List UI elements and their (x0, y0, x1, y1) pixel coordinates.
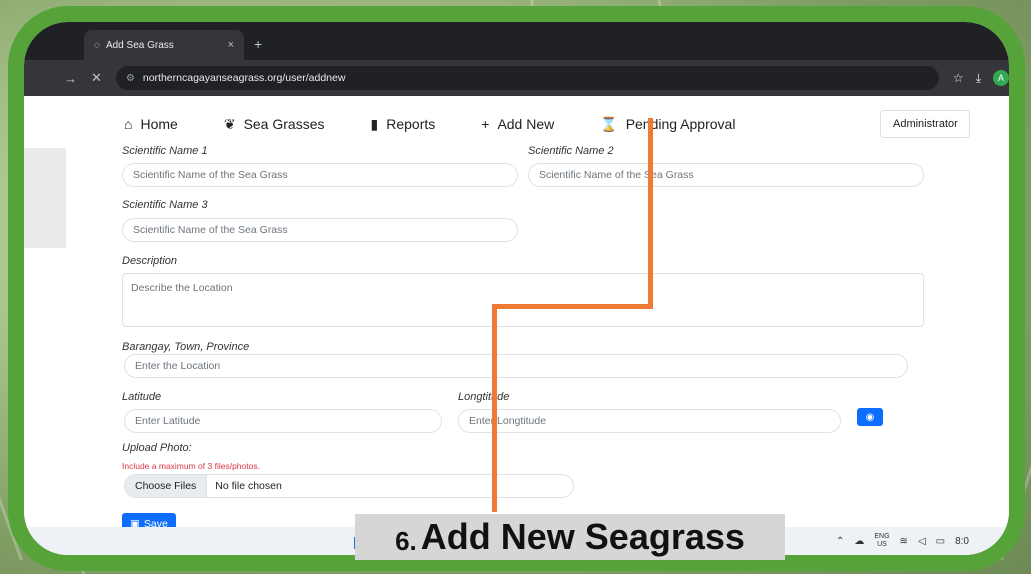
side-panel (24, 148, 66, 248)
battery-icon[interactable]: ▭ (936, 536, 945, 547)
nav-add-new[interactable]: + Add New (481, 116, 554, 132)
system-tray: ⌃ ☁ ENG US ≋ ◁ ▭ 8:0 (836, 533, 969, 549)
upload-hint: Include a maximum of 3 files/photos. (122, 461, 260, 471)
wifi-icon[interactable]: ≋ (900, 536, 908, 547)
clock-text[interactable]: 8:0 (955, 536, 969, 547)
tab-title: Add Sea Grass (105, 39, 174, 51)
new-tab-button[interactable]: + (254, 36, 262, 52)
url-field[interactable]: ⚙ northerncagayanseagrass.org/user/addne… (115, 66, 939, 90)
description-textarea[interactable]: Describe the Location (122, 273, 924, 327)
sci-name-3-label: Scientific Name 3 (122, 199, 208, 211)
location-label: Barangay, Town, Province (122, 341, 250, 353)
nav-home-label: Home (140, 116, 178, 132)
description-label: Description (122, 255, 178, 267)
url-text: northerncagayanseagrass.org/user/addnew (142, 72, 346, 84)
volume-icon[interactable]: ◁ (918, 536, 926, 547)
caption-number: 6. (395, 525, 417, 556)
step-caption: 6. Add New Seagrass (355, 514, 785, 560)
location-input[interactable]: Enter the Location (124, 354, 908, 378)
upload-label: Upload Photo: (122, 442, 192, 454)
sci-name-1-input[interactable]: Scientific Name of the Sea Grass (122, 163, 518, 187)
nav-reports[interactable]: ▮ Reports (371, 116, 436, 133)
sci-name-2-input[interactable]: Scientific Name of the Sea Grass (528, 163, 924, 187)
lang-top: ENG (874, 533, 890, 540)
sci-name-2-label: Scientific Name 2 (528, 145, 614, 157)
nav-pending-approval-label: Pending Approval (625, 116, 736, 132)
browser-tab[interactable]: ◌ Add Sea Grass × (84, 30, 244, 60)
language-indicator[interactable]: ENG US (874, 533, 889, 549)
web-page: ⌂ Home ❦ Sea Grasses ▮ Reports + Add New… (24, 96, 1009, 555)
sci-name-3-input[interactable]: Scientific Name of the Sea Grass (122, 218, 518, 242)
browser-addressbar: → ✕ ⚙ northerncagayanseagrass.org/user/a… (24, 60, 1009, 96)
chevron-up-icon[interactable]: ⌃ (836, 536, 844, 547)
no-file-text: No file chosen (215, 480, 282, 492)
annotation-line-horizontal (492, 304, 653, 309)
location-placeholder: Enter the Location (135, 360, 221, 372)
forward-icon[interactable]: → (64, 71, 77, 86)
tab-favicon: ◌ (94, 39, 100, 51)
hourglass-icon: ⌛ (600, 115, 618, 132)
crosshair-icon: ◉ (865, 411, 875, 423)
nav-add-new-label: Add New (497, 116, 555, 132)
nav-reports-label: Reports (386, 116, 436, 132)
lang-bottom: US (877, 541, 887, 548)
longitude-placeholder: Enter Longtitude (469, 415, 547, 427)
file-input[interactable]: Choose Files No file chosen (124, 474, 574, 498)
stop-icon[interactable]: ✕ (91, 70, 102, 86)
latitude-label: Latitude (122, 391, 162, 403)
sci-name-3-placeholder: Scientific Name of the Sea Grass (133, 224, 288, 236)
latitude-placeholder: Enter Latitude (135, 415, 201, 427)
sci-name-1-placeholder: Scientific Name of the Sea Grass (133, 169, 288, 181)
longitude-input[interactable]: Enter Longtitude (458, 409, 841, 433)
leaf-icon: ❦ (223, 115, 236, 132)
admin-label: Administrator (893, 118, 958, 130)
profile-avatar[interactable]: A (993, 70, 1009, 86)
browser-tabbar: ◌ Add Sea Grass × + (24, 22, 1009, 60)
locate-button[interactable]: ◉ (857, 408, 883, 426)
nav-sea-grasses[interactable]: ❦ Sea Grasses (224, 116, 325, 133)
choose-files-button[interactable]: Choose Files (125, 475, 208, 497)
admin-dropdown[interactable]: Administrator (880, 110, 970, 138)
site-navbar: ⌂ Home ❦ Sea Grasses ▮ Reports + Add New… (124, 106, 970, 142)
site-info-icon[interactable]: ⚙ (126, 73, 135, 84)
screenshot-frame: ◌ Add Sea Grass × + → ✕ ⚙ northerncagaya… (8, 6, 1025, 571)
nav-pending-approval[interactable]: ⌛ Pending Approval (600, 116, 735, 133)
annotation-line-vertical-bottom (492, 304, 497, 512)
longitude-label: Longtitude (458, 391, 510, 403)
download-icon[interactable]: ⤓ (976, 71, 981, 86)
tab-close-icon[interactable]: × (228, 39, 234, 51)
home-icon: ⌂ (124, 116, 133, 132)
file-icon: ▮ (370, 115, 379, 132)
annotation-line-vertical-top (648, 118, 653, 308)
plus-icon: + (481, 116, 490, 132)
sci-name-1-label: Scientific Name 1 (122, 145, 208, 157)
caption-text: Add New Seagrass (420, 516, 745, 557)
latitude-input[interactable]: Enter Latitude (124, 409, 442, 433)
nav-sea-grasses-label: Sea Grasses (243, 116, 325, 132)
bookmark-star-icon[interactable]: ☆ (953, 71, 964, 85)
nav-home[interactable]: ⌂ Home (124, 116, 178, 132)
cloud-icon[interactable]: ☁ (854, 536, 864, 547)
sci-name-2-placeholder: Scientific Name of the Sea Grass (539, 169, 694, 181)
description-placeholder: Describe the Location (131, 282, 233, 294)
